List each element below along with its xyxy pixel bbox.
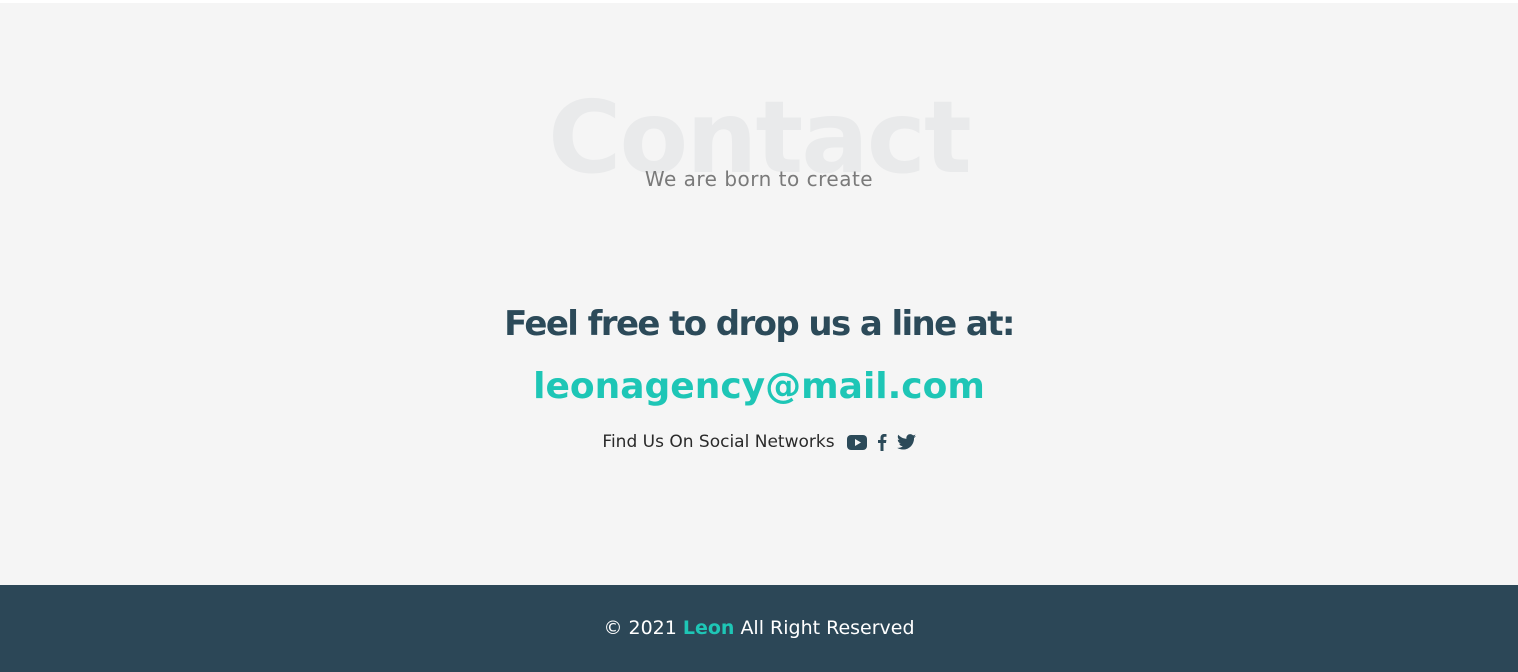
page: Contact We are born to create Feel free … [0, 0, 1518, 672]
social-networks: Find Us On Social Networks [0, 429, 1518, 455]
social-label: Find Us On Social Networks [602, 432, 835, 452]
youtube-icon[interactable] [846, 429, 867, 455]
copyright-suffix: All Right Reserved [740, 616, 915, 639]
facebook-icon[interactable] [877, 429, 887, 455]
section-heading: Contact We are born to create [0, 78, 1518, 198]
email-link[interactable]: leonagency@mail.com [0, 363, 1518, 411]
section-subtitle: We are born to create [644, 167, 874, 191]
footer: © 2021 Leon All Right Reserved [0, 585, 1518, 672]
twitter-icon[interactable] [896, 429, 916, 455]
copyright-prefix: © 2021 [603, 616, 677, 639]
footer-brand[interactable]: Leon [683, 617, 735, 639]
contact-section: Contact We are born to create Feel free … [0, 3, 1518, 585]
drop-line-heading: Feel free to drop us a line at: [504, 304, 1015, 344]
